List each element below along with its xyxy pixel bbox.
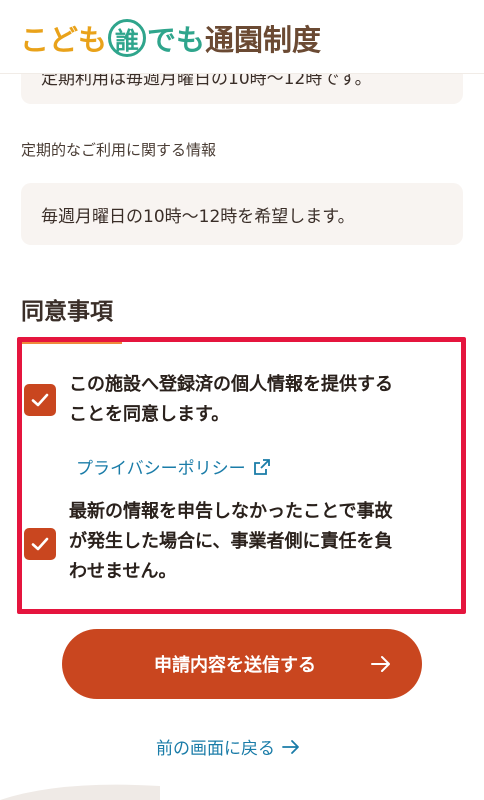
- consent-section-title: 同意事項: [21, 299, 113, 325]
- logo-text-tsuen: 通園: [205, 23, 264, 57]
- arrow-right-icon: [282, 739, 299, 754]
- regular-use-label: 定期的なご利用に関する情報: [21, 141, 217, 159]
- app-header: こども 誰 でも 通園 制度: [0, 0, 484, 74]
- consent-text-liability: 最新の情報を申告しなかったことで事故 が発生した場合に、事業者側に責任を負 わせ…: [69, 497, 449, 587]
- consent-text-line: 最新の情報を申告しなかったことで事故: [69, 501, 393, 522]
- arrow-right-icon: [371, 656, 390, 672]
- check-icon: [31, 537, 49, 551]
- submit-application-button[interactable]: 申請内容を送信する: [62, 629, 422, 699]
- consent-text-personal-info: この施設へ登録済の個人情報を提供する ことを同意します。: [69, 370, 449, 430]
- consent-checkbox-personal-info[interactable]: [24, 384, 56, 416]
- logo-text-demo: でも: [147, 23, 206, 57]
- consent-text-line: が発生した場合に、事業者側に責任を負: [69, 531, 393, 552]
- decorative-bottom-wave: [0, 784, 160, 800]
- logo-circle-dare: 誰: [108, 19, 147, 57]
- privacy-policy-label: プライバシーポリシー: [76, 459, 246, 479]
- regular-use-value: 毎週月曜日の10時〜12時を希望します。: [41, 206, 355, 227]
- check-icon: [31, 393, 49, 407]
- logo-text-kodomo: こども: [20, 23, 108, 57]
- consent-text-line: この施設へ登録済の個人情報を提供する: [69, 374, 393, 395]
- privacy-policy-link[interactable]: プライバシーポリシー: [76, 454, 272, 479]
- consent-item-liability: 最新の情報を申告しなかったことで事故 が発生した場合に、事業者側に責任を負 わせ…: [24, 497, 449, 587]
- site-logo[interactable]: こども 誰 でも 通園 制度: [20, 18, 321, 58]
- submit-button-label: 申請内容を送信する: [154, 655, 316, 675]
- consent-item-personal-info: この施設へ登録済の個人情報を提供する ことを同意します。: [24, 370, 449, 430]
- external-link-icon: [253, 458, 270, 475]
- back-link-label: 前の画面に戻る: [156, 739, 275, 759]
- consent-text-line: ことを同意します。: [69, 404, 230, 425]
- logo-text-seido: 制度: [263, 23, 322, 57]
- regular-use-value-box: 毎週月曜日の10時〜12時を希望します。: [21, 183, 463, 245]
- consent-text-line: わせません。: [69, 561, 177, 582]
- consent-checkbox-liability[interactable]: [24, 528, 56, 560]
- back-to-previous-link[interactable]: 前の画面に戻る: [156, 734, 301, 759]
